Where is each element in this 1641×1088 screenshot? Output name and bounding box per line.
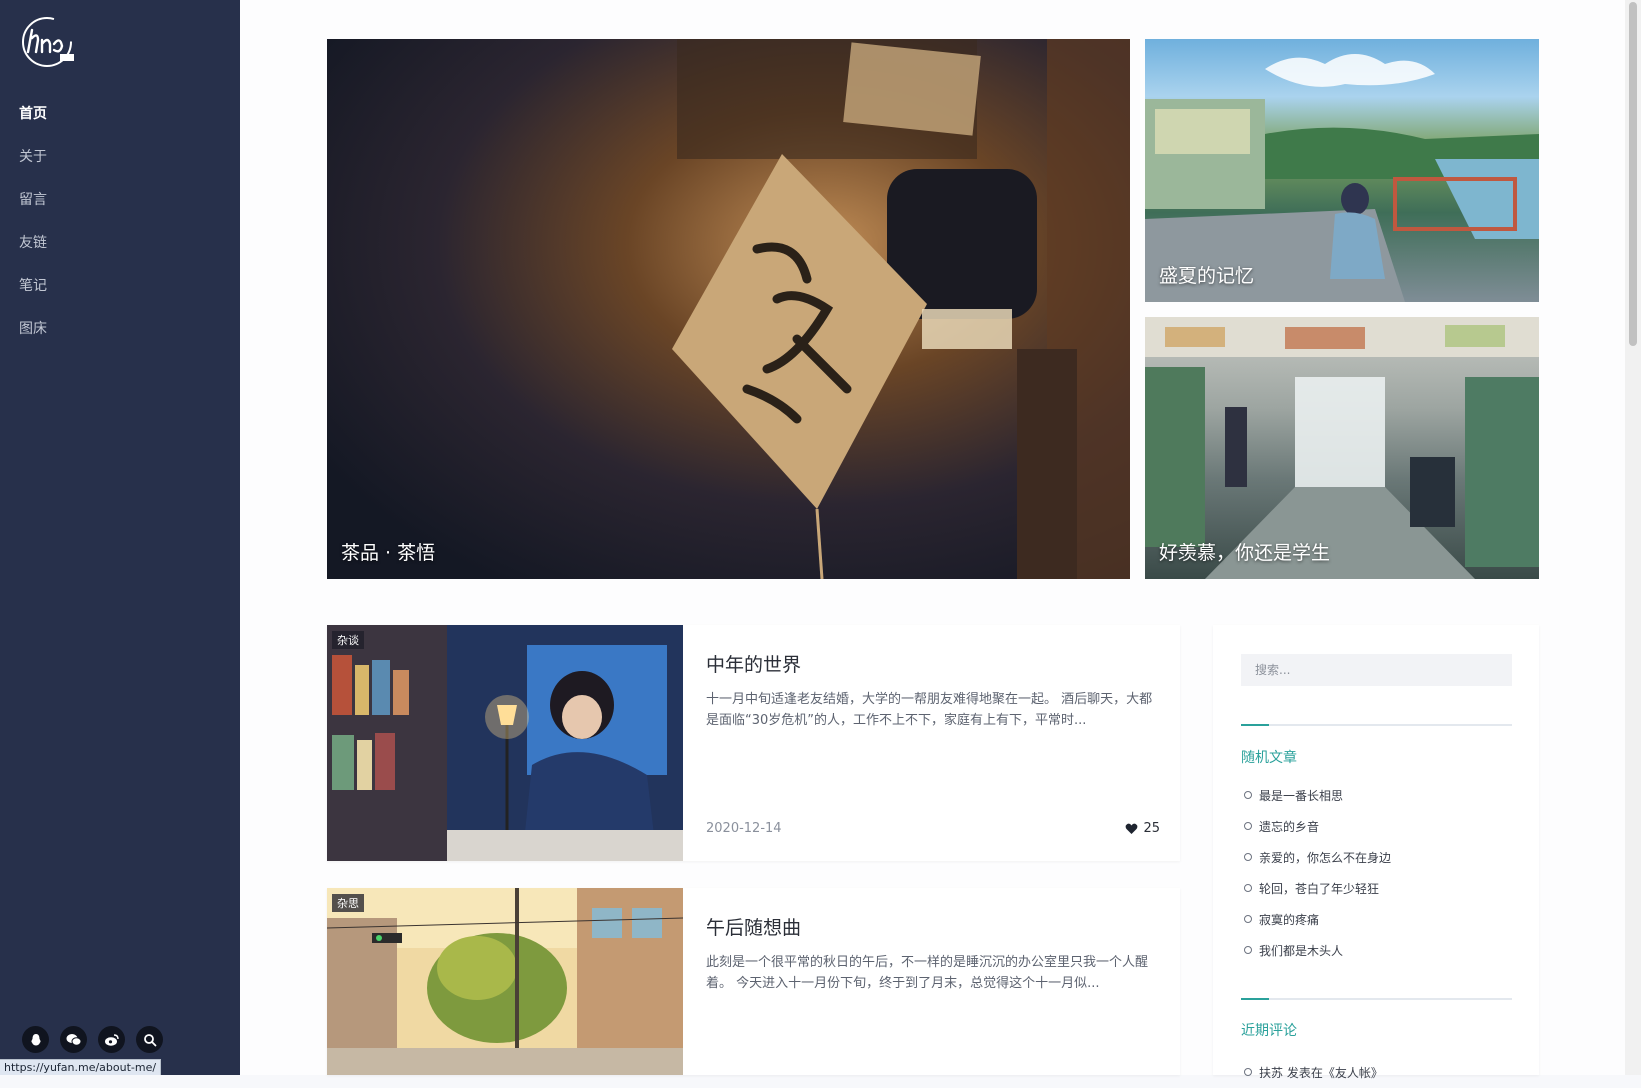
widget-divider	[1241, 998, 1512, 1000]
featured-caption: 茶品 · 茶悟	[341, 542, 436, 564]
recent-comments-title: 近期评论	[1241, 1023, 1297, 1039]
thumbnail-image-study	[327, 625, 683, 861]
qq-icon[interactable]	[22, 1026, 49, 1053]
nav-item-about[interactable]: 关于	[0, 139, 240, 182]
post-card[interactable]: 杂思 午后随想曲 此刻是一个很平常的秋日的午后，不一样的是睡沉沉的办公室里只我一…	[327, 888, 1180, 1075]
thumbnail-image-street	[327, 888, 683, 1075]
post-title[interactable]: 中年的世界	[706, 650, 801, 677]
scrollbar-thumb[interactable]	[1629, 2, 1637, 346]
random-post-link[interactable]: 最是一番长相思	[1241, 780, 1391, 811]
post-date: 2020-12-14	[706, 821, 782, 836]
nav-item-notes[interactable]: 笔记	[0, 268, 240, 311]
category-tag[interactable]: 杂谈	[332, 631, 364, 649]
nav-item-image-host[interactable]: 图床	[0, 311, 240, 354]
random-post-link[interactable]: 轮回，苍白了年少轻狂	[1241, 873, 1391, 904]
sidebar-widgets: 随机文章 最是一番长相思 遗忘的乡音 亲爱的，你怎么不在身边 轮回，苍白了年少轻…	[1213, 625, 1539, 1080]
recent-comments-list: 扶苏 发表在《友人帐》	[1241, 1057, 1383, 1088]
featured-post-large[interactable]: 茶品 · 茶悟	[327, 39, 1130, 579]
post-thumbnail[interactable]: 杂谈	[327, 625, 683, 861]
random-post-link[interactable]: 我们都是木头人	[1241, 935, 1391, 966]
post-likes[interactable]: 25	[1125, 821, 1160, 836]
post-card[interactable]: 杂谈 中年的世界 十一月中旬适逢老友结婚，大学的一帮朋友难得地聚在一起。 酒后聊…	[327, 625, 1180, 861]
status-url: https://yufan.me/about-me/	[0, 1059, 162, 1075]
featured-caption: 好羡慕，你还是学生	[1159, 542, 1331, 564]
random-posts-list: 最是一番长相思 遗忘的乡音 亲爱的，你怎么不在身边 轮回，苍白了年少轻狂 寂寞的…	[1241, 780, 1391, 966]
wechat-icon[interactable]	[60, 1026, 87, 1053]
weibo-icon[interactable]	[98, 1026, 125, 1053]
page-scrollbar[interactable]	[1625, 0, 1641, 1075]
featured-caption: 盛夏的记忆	[1159, 265, 1255, 287]
post-title[interactable]: 午后随想曲	[706, 913, 801, 940]
heart-icon	[1126, 823, 1138, 834]
likes-count: 25	[1143, 821, 1160, 836]
site-logo[interactable]	[20, 16, 78, 70]
nav-item-guestbook[interactable]: 留言	[0, 182, 240, 225]
post-excerpt: 此刻是一个很平常的秋日的午后，不一样的是睡沉沉的办公室里只我一个人醒着。 今天进…	[706, 955, 1149, 991]
featured-post-summer[interactable]: 盛夏的记忆	[1145, 39, 1539, 302]
recent-comment-link[interactable]: 扶苏 发表在《友人帐》	[1241, 1057, 1383, 1088]
widget-divider	[1241, 724, 1512, 726]
main-nav: 首页 关于 留言 友链 笔记 图床	[0, 96, 240, 354]
search-input[interactable]	[1241, 654, 1512, 686]
random-posts-title: 随机文章	[1241, 750, 1297, 766]
random-post-link[interactable]: 遗忘的乡音	[1241, 811, 1391, 842]
post-thumbnail[interactable]: 杂思	[327, 888, 683, 1075]
random-post-link[interactable]: 寂寞的疼痛	[1241, 904, 1391, 935]
sidebar: 首页 关于 留言 友链 笔记 图床	[0, 0, 240, 1075]
featured-image-tea	[672, 39, 1130, 579]
category-tag[interactable]: 杂思	[332, 894, 364, 912]
post-excerpt: 十一月中旬适逢老友结婚，大学的一帮朋友难得地聚在一起。 酒后聊天，大都是面临“3…	[706, 692, 1153, 728]
main-content: 茶品 · 茶悟 盛夏的记忆 好羡慕，你还是学生 杂谈 中年的世界 十一月中旬适逢…	[240, 0, 1625, 1080]
random-post-link[interactable]: 亲爱的，你怎么不在身边	[1241, 842, 1391, 873]
nav-item-home[interactable]: 首页	[0, 96, 240, 139]
nav-item-links[interactable]: 友链	[0, 225, 240, 268]
featured-post-student[interactable]: 好羡慕，你还是学生	[1145, 317, 1539, 579]
social-links	[22, 1026, 163, 1053]
search-icon[interactable]	[136, 1026, 163, 1053]
